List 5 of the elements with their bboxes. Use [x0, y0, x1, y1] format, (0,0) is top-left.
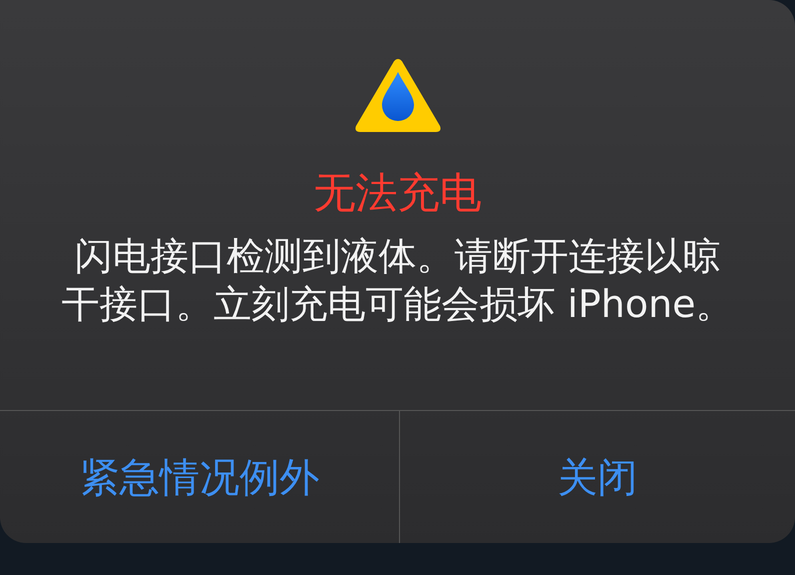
- alert-title: 无法充电: [314, 168, 482, 218]
- liquid-warning-icon: [352, 56, 442, 134]
- alert-message: 闪电接口检测到液体。请断开连接以晾干接口。立刻充电可能会损坏 iPhone。: [60, 233, 735, 328]
- close-button[interactable]: 关闭: [399, 411, 795, 543]
- emergency-override-button[interactable]: 紧急情况例外: [0, 411, 399, 543]
